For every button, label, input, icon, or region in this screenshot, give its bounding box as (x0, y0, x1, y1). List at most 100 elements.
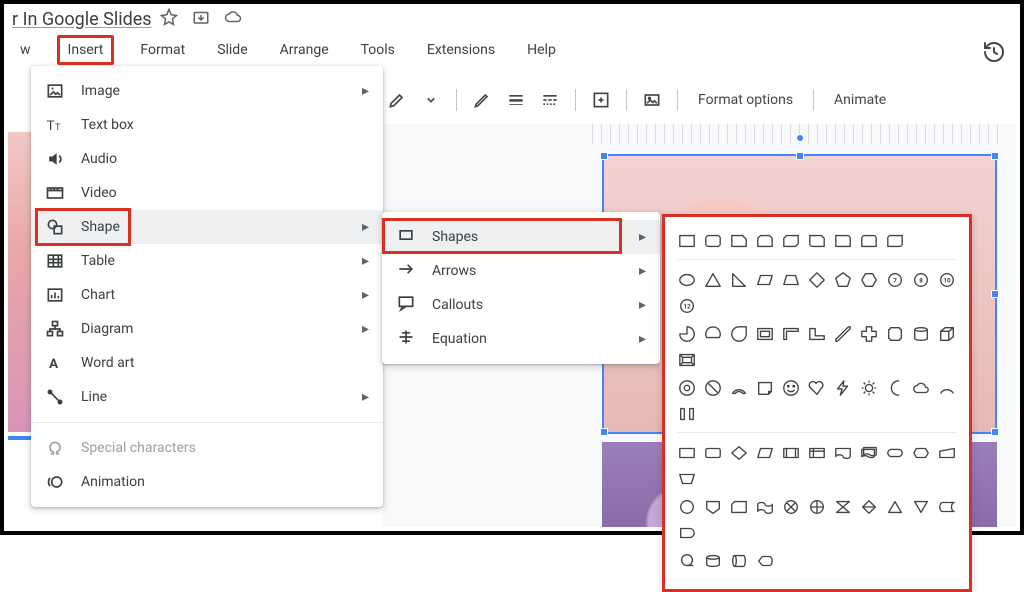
fc-direct-access[interactable] (729, 551, 749, 571)
border-weight-icon[interactable] (501, 85, 531, 115)
insert-animation[interactable]: Animation (31, 465, 383, 499)
fc-connector[interactable] (677, 497, 697, 517)
shape-pentagon[interactable] (833, 270, 853, 290)
fc-internal[interactable] (807, 443, 827, 463)
format-options-button[interactable]: Format options (688, 92, 803, 108)
fc-sort[interactable] (859, 497, 879, 517)
insert-image[interactable]: Image▸ (31, 74, 383, 108)
fc-decision[interactable] (729, 443, 749, 463)
insert-table[interactable]: Table▸ (31, 244, 383, 278)
shape-callouts[interactable]: Callouts▸ (382, 288, 660, 322)
shape-round-same[interactable] (859, 231, 879, 251)
fc-alt-process[interactable] (703, 443, 723, 463)
fc-collate[interactable] (833, 497, 853, 517)
shape-chord[interactable] (703, 324, 723, 344)
shape-diamond[interactable] (807, 270, 827, 290)
fc-stored[interactable] (937, 497, 957, 517)
shape-cross[interactable] (859, 324, 879, 344)
history-icon[interactable] (982, 40, 1006, 68)
document-title[interactable]: r In Google Slides (12, 9, 152, 30)
shape-snip-diag[interactable] (781, 231, 801, 251)
fc-merge[interactable] (911, 497, 931, 517)
shape-half-frame[interactable] (781, 324, 801, 344)
shape-plaque[interactable] (885, 324, 905, 344)
insert-diagram[interactable]: Diagram▸ (31, 312, 383, 346)
fc-summing[interactable] (781, 497, 801, 517)
shape-snip-round[interactable] (807, 231, 827, 251)
fc-extract[interactable] (885, 497, 905, 517)
fc-multidoc[interactable] (859, 443, 879, 463)
animate-button[interactable]: Animate (824, 92, 896, 108)
shape-snip-corner[interactable] (729, 231, 749, 251)
fc-predefined[interactable] (781, 443, 801, 463)
fc-card[interactable] (729, 497, 749, 517)
menu-view-partial[interactable]: w (14, 38, 37, 62)
menu-extensions[interactable]: Extensions (421, 38, 501, 62)
shape-cloud[interactable] (911, 378, 931, 398)
insert-shape[interactable]: Shape▸ (31, 210, 383, 244)
shape-moon[interactable] (885, 378, 905, 398)
shape-hexagon[interactable] (859, 270, 879, 290)
shape-diag-stripe[interactable] (833, 324, 853, 344)
insert-wordart[interactable]: AWord art (31, 346, 383, 380)
shape-heptagon[interactable]: 7 (885, 270, 905, 290)
fc-or[interactable] (807, 497, 827, 517)
shape-rectangle[interactable] (677, 231, 697, 251)
shape-bracket-pair[interactable] (677, 404, 697, 424)
insert-line[interactable]: Line▸ (31, 380, 383, 414)
move-icon[interactable] (192, 8, 210, 30)
fc-punched-tape[interactable] (755, 497, 775, 517)
shape-frame[interactable] (755, 324, 775, 344)
border-dash-icon[interactable] (535, 85, 565, 115)
menu-help[interactable]: Help (521, 38, 562, 62)
insert-chart[interactable]: Chart▸ (31, 278, 383, 312)
fc-terminator[interactable] (885, 443, 905, 463)
shape-sun[interactable] (859, 378, 879, 398)
shape-l-shape[interactable] (807, 324, 827, 344)
menu-arrange[interactable]: Arrange (274, 38, 335, 62)
shape-round-diag[interactable] (885, 231, 905, 251)
shape-folded[interactable] (755, 378, 775, 398)
insert-audio[interactable]: Audio (31, 142, 383, 176)
pen-icon[interactable] (467, 85, 497, 115)
fc-offpage[interactable] (703, 497, 723, 517)
fc-manual-op[interactable] (677, 469, 697, 489)
fc-display[interactable] (755, 551, 775, 571)
fc-data[interactable] (755, 443, 775, 463)
fc-magnetic-disk[interactable] (703, 551, 723, 571)
shape-oval[interactable] (677, 270, 697, 290)
shape-round-single[interactable] (833, 231, 853, 251)
shape-pie[interactable] (677, 324, 697, 344)
shape-block-arc[interactable] (729, 378, 749, 398)
fc-manual-input[interactable] (937, 443, 957, 463)
paint-icon[interactable] (382, 85, 412, 115)
shape-can[interactable] (911, 324, 931, 344)
fc-process[interactable] (677, 443, 697, 463)
shape-rounded-rect[interactable] (703, 231, 723, 251)
shape-lightning[interactable] (833, 378, 853, 398)
shape-smiley[interactable] (781, 378, 801, 398)
shape-arrows[interactable]: Arrows▸ (382, 254, 660, 288)
shape-decagon[interactable]: 10 (937, 270, 957, 290)
shape-bevel[interactable] (677, 350, 697, 370)
shape-triangle[interactable] (703, 270, 723, 290)
insert-textbox[interactable]: TTText box (31, 108, 383, 142)
insert-video[interactable]: Video (31, 176, 383, 210)
fc-seq-access[interactable] (677, 551, 697, 571)
shape-shapes[interactable]: Shapes▸ (382, 220, 660, 254)
shape-cube[interactable] (937, 324, 957, 344)
menu-slide[interactable]: Slide (211, 38, 253, 62)
fc-preparation[interactable] (911, 443, 931, 463)
shape-octagon[interactable]: 8 (911, 270, 931, 290)
shape-equation[interactable]: Equation▸ (382, 322, 660, 356)
shape-trapezoid[interactable] (781, 270, 801, 290)
replace-image-icon[interactable] (637, 85, 667, 115)
cloud-icon[interactable] (224, 8, 242, 30)
shape-dodecagon[interactable]: 12 (677, 296, 697, 316)
fc-delay[interactable] (677, 523, 697, 543)
menu-tools[interactable]: Tools (355, 38, 401, 62)
star-icon[interactable] (160, 8, 178, 30)
shape-parallelogram[interactable] (755, 270, 775, 290)
shape-heart[interactable] (807, 378, 827, 398)
shape-teardrop[interactable] (729, 324, 749, 344)
